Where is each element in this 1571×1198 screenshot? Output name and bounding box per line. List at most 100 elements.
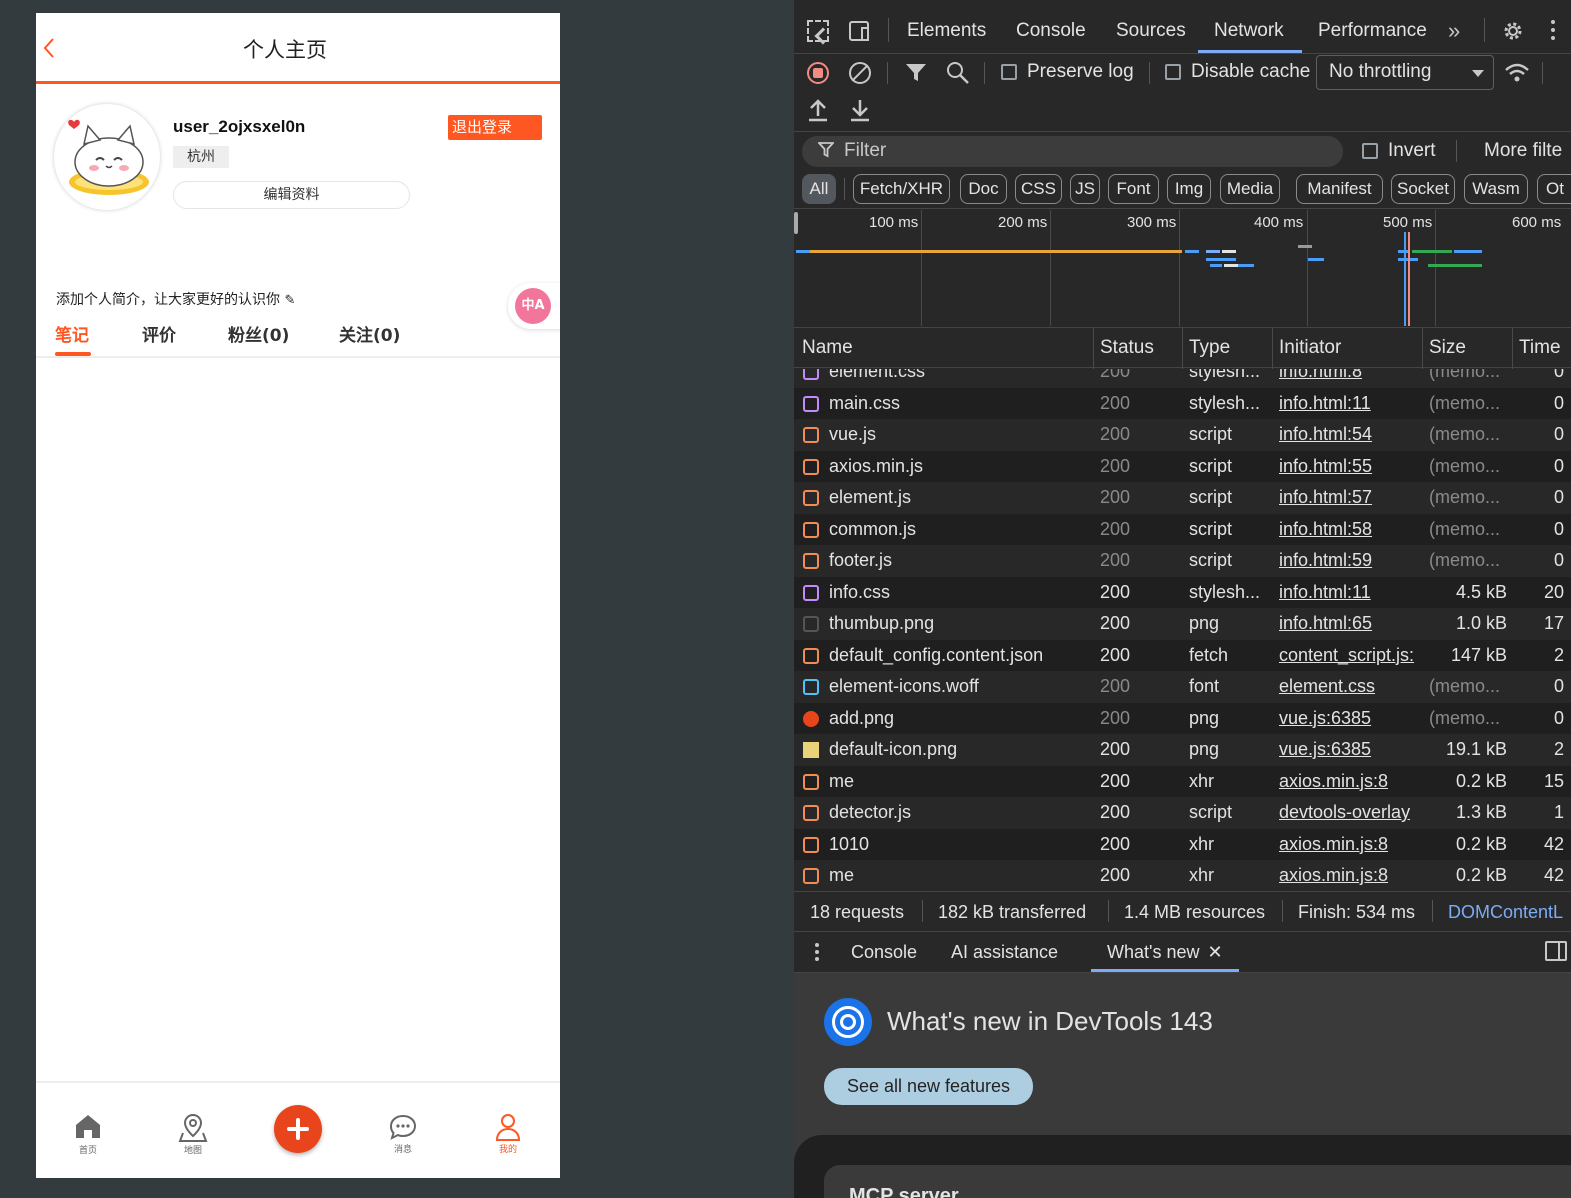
- tab-console[interactable]: Console: [1016, 20, 1086, 42]
- filter-wasm[interactable]: Wasm: [1464, 174, 1528, 204]
- table-row[interactable]: axios.min.js 200 script info.html:55 (memo..…: [794, 450, 1571, 482]
- tab-following[interactable]: 关注(0): [339, 321, 400, 346]
- filter-media[interactable]: Media: [1220, 174, 1280, 204]
- edit-pencil-icon[interactable]: ✎: [284, 293, 295, 308]
- row-initiator[interactable]: info.html:58: [1279, 514, 1422, 545]
- drawer-tab-whats-new[interactable]: What's new ✕: [1107, 942, 1223, 963]
- tab-notes[interactable]: 笔记: [55, 321, 89, 346]
- throttling-select[interactable]: No throttling: [1316, 55, 1494, 90]
- column-name[interactable]: Name: [802, 337, 853, 359]
- row-initiator[interactable]: axios.min.js:8: [1279, 860, 1422, 890]
- column-size[interactable]: Size: [1429, 337, 1466, 359]
- table-row[interactable]: default_config.content.json 200 fetch conte…: [794, 639, 1571, 671]
- tab-elements[interactable]: Elements: [907, 20, 986, 42]
- inspect-element-icon[interactable]: [807, 20, 832, 45]
- table-row[interactable]: vue.js 200 script info.html:54 (memo... 0: [794, 419, 1571, 451]
- filter-css[interactable]: CSS: [1015, 174, 1062, 204]
- table-row[interactable]: element-icons.woff 200 font element.css (mem…: [794, 671, 1571, 703]
- row-initiator[interactable]: info.html:11: [1279, 577, 1422, 608]
- filter-input[interactable]: Filter: [802, 136, 1343, 167]
- table-row[interactable]: me 200 xhr axios.min.js:8 0.2 kB 42: [794, 860, 1571, 890]
- preserve-log-checkbox[interactable]: [1001, 64, 1017, 80]
- row-initiator[interactable]: content_script.js:: [1279, 640, 1422, 671]
- row-initiator[interactable]: element.css: [1279, 671, 1422, 702]
- table-row[interactable]: add.png 200 png vue.js:6385 (memo... 0: [794, 702, 1571, 734]
- table-row[interactable]: element.js 200 script info.html:57 (memo... 0: [794, 482, 1571, 514]
- more-filters-button[interactable]: More filte: [1484, 140, 1562, 162]
- timeline-handle[interactable]: [794, 212, 798, 234]
- table-row[interactable]: 1010 200 xhr axios.min.js:8 0.2 kB 42: [794, 828, 1571, 860]
- row-initiator[interactable]: info.html:11: [1279, 388, 1422, 419]
- avatar[interactable]: [54, 104, 160, 210]
- table-row[interactable]: detector.js 200 script devtools-overlay 1.3 …: [794, 797, 1571, 829]
- filter-socket[interactable]: Socket: [1391, 174, 1455, 204]
- tab-fans[interactable]: 粉丝(0): [228, 321, 289, 346]
- drawer-tab-console[interactable]: Console: [851, 942, 917, 963]
- filter-manifest[interactable]: Manifest: [1296, 174, 1383, 204]
- edit-profile-button[interactable]: 编辑资料: [173, 181, 410, 209]
- row-initiator[interactable]: vue.js:6385: [1279, 734, 1422, 765]
- nav-home[interactable]: 首页: [68, 1113, 108, 1156]
- column-time[interactable]: Time: [1519, 337, 1561, 359]
- drawer-tab-ai-assistance[interactable]: AI assistance: [951, 942, 1058, 963]
- filter-js[interactable]: JS: [1070, 174, 1100, 204]
- export-har-icon[interactable]: [849, 98, 871, 127]
- filter-all[interactable]: All: [802, 174, 836, 204]
- table-row[interactable]: footer.js 200 script info.html:59 (memo... 0: [794, 545, 1571, 577]
- nav-map[interactable]: 地图: [173, 1113, 213, 1156]
- filter-doc[interactable]: Doc: [960, 174, 1007, 204]
- import-har-icon[interactable]: [807, 98, 829, 127]
- row-initiator[interactable]: axios.min.js:8: [1279, 766, 1422, 797]
- close-icon[interactable]: ✕: [1208, 942, 1223, 962]
- search-icon[interactable]: [946, 61, 970, 90]
- table-row[interactable]: info.css 200 stylesh... info.html:11 4.5 kB 2…: [794, 576, 1571, 608]
- row-initiator[interactable]: info.html:55: [1279, 451, 1422, 482]
- tab-reviews[interactable]: 评价: [142, 321, 176, 346]
- tab-sources[interactable]: Sources: [1116, 20, 1186, 42]
- row-initiator[interactable]: devtools-overlay: [1279, 797, 1422, 828]
- logout-button[interactable]: 退出登录: [448, 115, 542, 140]
- add-post-button[interactable]: [274, 1105, 322, 1153]
- column-initiator[interactable]: Initiator: [1279, 337, 1341, 359]
- column-status[interactable]: Status: [1100, 337, 1154, 359]
- dock-side-icon[interactable]: [1545, 941, 1567, 961]
- nav-messages[interactable]: 消息: [383, 1113, 423, 1155]
- table-row[interactable]: thumbup.png 200 png info.html:65 1.0 kB 17: [794, 608, 1571, 640]
- drawer-menu-icon[interactable]: [815, 943, 819, 961]
- table-row[interactable]: main.css 200 stylesh... info.html:11 (memo..…: [794, 387, 1571, 419]
- row-initiator[interactable]: info.html:8: [1279, 369, 1422, 387]
- filter-funnel-icon[interactable]: [905, 63, 927, 88]
- table-row[interactable]: me 200 xhr axios.min.js:8 0.2 kB 15: [794, 765, 1571, 797]
- filter-other[interactable]: Ot: [1537, 174, 1571, 204]
- filter-img[interactable]: Img: [1167, 174, 1211, 204]
- row-initiator[interactable]: info.html:59: [1279, 545, 1422, 576]
- settings-gear-icon[interactable]: [1501, 19, 1525, 48]
- row-initiator[interactable]: info.html:57: [1279, 482, 1422, 513]
- row-initiator[interactable]: axios.min.js:8: [1279, 829, 1422, 860]
- filter-font[interactable]: Font: [1108, 174, 1159, 204]
- table-row[interactable]: common.js 200 script info.html:58 (memo... 0: [794, 513, 1571, 545]
- tab-performance[interactable]: Performance: [1318, 20, 1427, 42]
- more-tabs-icon[interactable]: »: [1448, 18, 1460, 44]
- table-row[interactable]: element.css 200 stylesh... info.html:8 (memo…: [794, 369, 1571, 388]
- invert-checkbox[interactable]: [1362, 143, 1378, 159]
- clear-icon[interactable]: [849, 62, 871, 84]
- network-conditions-icon[interactable]: [1504, 62, 1530, 89]
- row-initiator[interactable]: info.html:65: [1279, 608, 1422, 639]
- bio-text[interactable]: 添加个人简介，让大家更好的认识你 ✎: [56, 289, 295, 309]
- table-row[interactable]: default-icon.png 200 png vue.js:6385 19.1 kB…: [794, 734, 1571, 766]
- see-all-features-button[interactable]: See all new features: [824, 1068, 1033, 1105]
- request-list: element.css 200 stylesh... info.html:8 (memo…: [794, 369, 1571, 890]
- nav-me[interactable]: 我的: [488, 1113, 528, 1155]
- translate-floating-button[interactable]: 中A: [508, 283, 560, 329]
- record-stop-icon[interactable]: [807, 62, 829, 84]
- more-options-icon[interactable]: [1551, 20, 1555, 40]
- row-time: 1: [1553, 802, 1564, 822]
- filter-fetch-xhr[interactable]: Fetch/XHR: [853, 174, 950, 204]
- device-toolbar-icon[interactable]: [849, 21, 869, 41]
- row-initiator[interactable]: info.html:54: [1279, 419, 1422, 450]
- disable-cache-checkbox[interactable]: [1165, 64, 1181, 80]
- tab-network[interactable]: Network: [1214, 20, 1284, 42]
- row-initiator[interactable]: vue.js:6385: [1279, 703, 1422, 734]
- column-type[interactable]: Type: [1189, 337, 1230, 359]
